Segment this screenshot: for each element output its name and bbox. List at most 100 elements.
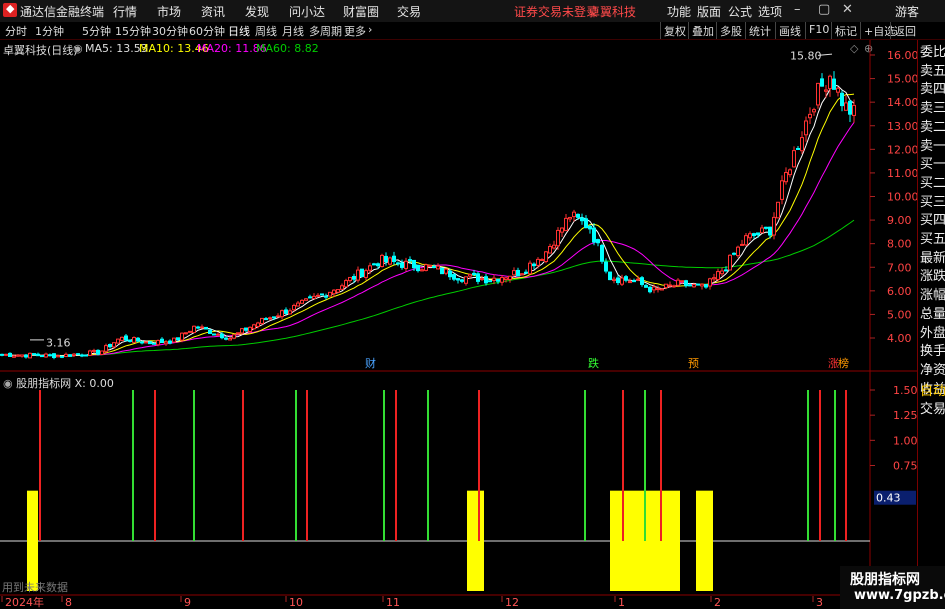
date-tick-label: 8: [65, 596, 72, 609]
candle-body: [364, 270, 368, 278]
quote-field-label: 买四: [920, 213, 945, 229]
candle-body: [12, 355, 16, 358]
date-tick-label: 3: [816, 596, 823, 609]
quote-field-label: 换手: [920, 344, 945, 360]
event-marker: 跌: [588, 356, 599, 370]
candle-body: [680, 280, 684, 283]
candle-body: [180, 332, 184, 341]
candle-body: [124, 335, 128, 341]
candle-body: [620, 277, 624, 285]
candle-body: [836, 87, 840, 93]
candle-body: [544, 251, 548, 262]
candle-body: [672, 285, 676, 288]
candle-body: [52, 353, 56, 359]
price-tick-label: 4.00: [887, 332, 912, 345]
candle-body: [592, 227, 596, 243]
candle-body: [476, 273, 480, 282]
candle-body: [56, 355, 60, 358]
candle-body: [608, 271, 612, 281]
candle-body: [724, 269, 728, 272]
candle-body: [596, 239, 600, 244]
trade-button[interactable]: 交易: [920, 401, 945, 419]
candle-body: [736, 246, 740, 257]
candle-body: [600, 244, 604, 262]
candle-body: [360, 268, 364, 278]
candle-body: [92, 349, 96, 352]
auto-trade-label[interactable]: 自动: [920, 383, 945, 401]
candle-body: [744, 235, 748, 246]
candle-body: [256, 322, 260, 327]
low-price-label: 3.16: [46, 336, 71, 349]
candle-body: [408, 259, 412, 262]
price-tick-label: 10.00: [887, 191, 917, 204]
candle-body: [428, 264, 432, 267]
candle-body: [156, 339, 160, 346]
candle-body: [128, 339, 132, 342]
candle-body: [668, 284, 672, 287]
kline-chart[interactable]: 16.0015.0014.0013.0012.0011.0010.009.008…: [0, 0, 917, 609]
candle-body: [188, 330, 192, 333]
candle-body: [400, 262, 404, 268]
date-tick-label: 9: [184, 596, 191, 609]
candle-body: [388, 257, 392, 265]
candle-body: [524, 271, 528, 274]
candle-body: [372, 263, 376, 266]
candle-body: [732, 252, 736, 255]
candle-body: [768, 226, 772, 236]
candle-body: [644, 285, 648, 288]
candle-body: [240, 328, 244, 334]
candle-body: [504, 277, 508, 280]
candle-body: [76, 353, 80, 356]
price-tick-label: 13.00: [887, 120, 917, 133]
price-tick-label: 12.00: [887, 143, 917, 156]
candle-body: [324, 295, 328, 298]
price-tick-label: 9.00: [887, 214, 912, 227]
candle-body: [796, 147, 800, 150]
candle-body: [288, 310, 292, 315]
candle-body: [484, 276, 488, 284]
candle-body: [648, 286, 652, 293]
candle-body: [232, 334, 236, 339]
candle-body: [216, 333, 220, 336]
quote-field-label: 买二: [920, 175, 945, 191]
candle-body: [788, 169, 792, 176]
candle-body: [532, 263, 536, 267]
quote-field-label: 买三: [920, 194, 945, 210]
quote-field-label: 总量: [920, 306, 945, 322]
candle-body: [716, 271, 720, 280]
candle-body: [792, 150, 796, 168]
candle-body: [852, 104, 856, 116]
candle-body: [248, 326, 252, 332]
candle-body: [512, 270, 516, 276]
date-tick-label: 2: [714, 596, 721, 609]
candle-body: [576, 213, 580, 218]
candle-body: [536, 258, 540, 266]
candle-body: [32, 353, 36, 356]
candle-body: [444, 268, 448, 274]
quote-field-label: 卖二: [920, 119, 945, 135]
candle-body: [824, 89, 828, 92]
quote-field-label: 最新: [920, 250, 945, 266]
candle-body: [628, 281, 632, 284]
watermark-url: www.7gpzb.com: [854, 588, 945, 603]
candle-body: [100, 350, 104, 355]
event-marker: 预: [688, 357, 699, 370]
candle-body: [4, 353, 8, 356]
candle-body: [616, 277, 620, 284]
candle-body: [320, 293, 324, 296]
candle-body: [440, 267, 444, 275]
candle-body: [160, 338, 164, 343]
candle-body: [244, 327, 248, 331]
price-tick-label: 14.00: [887, 96, 917, 109]
candle-body: [556, 229, 560, 247]
watermark-title: 股朋指标网: [850, 572, 920, 588]
candle-body: [692, 284, 696, 288]
candle-body: [368, 265, 372, 271]
candle-body: [48, 354, 52, 357]
candle-body: [24, 354, 28, 358]
candle-body: [28, 352, 32, 359]
candle-body: [224, 337, 228, 340]
candle-body: [432, 265, 436, 268]
candle-body: [120, 336, 124, 341]
price-tick-label: 5.00: [887, 308, 912, 321]
